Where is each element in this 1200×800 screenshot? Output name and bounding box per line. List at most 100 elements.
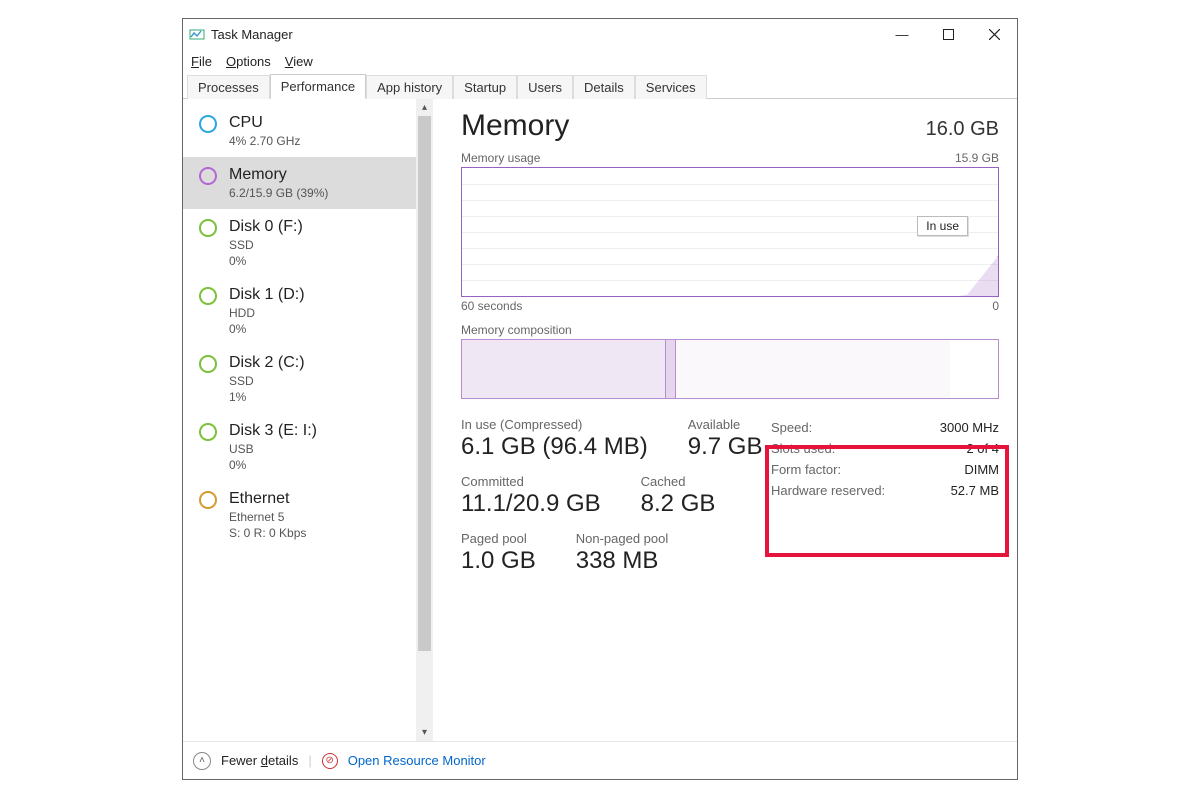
sidebar-item-title: Disk 3 (E: I:) <box>229 421 317 441</box>
sidebar-item-sub2: 0% <box>229 253 303 269</box>
ring-icon <box>199 491 217 509</box>
comp-seg-free <box>950 340 998 398</box>
sidebar-item-disk-0-f-[interactable]: Disk 0 (F:)SSD0% <box>183 209 416 277</box>
resource-monitor-icon: ⊘ <box>322 753 338 769</box>
axis-right-label: 0 <box>992 299 999 313</box>
hw-key: Hardware reserved: <box>771 483 885 498</box>
paged-value: 1.0 GB <box>461 546 536 576</box>
tab-startup[interactable]: Startup <box>453 75 517 99</box>
scroll-track[interactable] <box>416 116 433 724</box>
sidebar-item-sub2: 0% <box>229 321 305 337</box>
sidebar-wrap: CPU4% 2.70 GHzMemory6.2/15.9 GB (39%)Dis… <box>183 99 433 741</box>
sidebar-item-cpu[interactable]: CPU4% 2.70 GHz <box>183 105 416 157</box>
tab-performance[interactable]: Performance <box>270 74 366 99</box>
sidebar-item-sub: 6.2/15.9 GB (39%) <box>229 185 328 201</box>
sidebar-item-sub: SSD <box>229 237 303 253</box>
usage-series-inuse <box>960 256 998 296</box>
app-icon <box>189 26 205 42</box>
sidebar: CPU4% 2.70 GHzMemory6.2/15.9 GB (39%)Dis… <box>183 99 416 741</box>
tabstrip: Processes Performance App history Startu… <box>183 73 1017 99</box>
committed-value: 11.1/20.9 GB <box>461 489 601 519</box>
inuse-tooltip: In use <box>917 216 968 236</box>
speed-value: 3000 MHz <box>940 420 999 435</box>
sidebar-item-sub: HDD <box>229 305 305 321</box>
close-button[interactable] <box>971 19 1017 49</box>
nonpaged-label: Non-paged pool <box>576 531 669 546</box>
sidebar-item-sub: SSD <box>229 373 305 389</box>
titlebar[interactable]: Task Manager — <box>183 19 1017 49</box>
speed-key: Speed: <box>771 420 812 435</box>
paged-label: Paged pool <box>461 531 536 546</box>
tab-users[interactable]: Users <box>517 75 573 99</box>
available-label: Available <box>688 417 763 432</box>
memory-composition-chart[interactable] <box>461 339 999 399</box>
tab-details[interactable]: Details <box>573 75 635 99</box>
sidebar-item-disk-2-c-[interactable]: Disk 2 (C:)SSD1% <box>183 345 416 413</box>
available-value: 9.7 GB <box>688 432 763 462</box>
menu-view[interactable]: View <box>285 54 313 69</box>
hw-value: 52.7 MB <box>951 483 999 498</box>
sidebar-scrollbar[interactable]: ▴ ▾ <box>416 99 433 741</box>
inuse-label: In use (Compressed) <box>461 417 648 432</box>
sidebar-item-title: Memory <box>229 165 328 185</box>
menu-file[interactable]: File <box>191 54 212 69</box>
nonpaged-value: 338 MB <box>576 546 669 576</box>
ring-icon <box>199 167 217 185</box>
sidebar-item-ethernet[interactable]: EthernetEthernet 5S: 0 R: 0 Kbps <box>183 481 416 549</box>
task-manager-window: Task Manager — File Options View Process… <box>182 18 1018 780</box>
inuse-value: 6.1 GB (96.4 MB) <box>461 432 648 462</box>
sidebar-item-title: Disk 0 (F:) <box>229 217 303 237</box>
footer: ˄ Fewer details | ⊘ Open Resource Monito… <box>183 741 1017 779</box>
comp-seg-modified <box>666 340 677 398</box>
scroll-thumb[interactable] <box>418 116 431 651</box>
tab-services[interactable]: Services <box>635 75 707 99</box>
ring-icon <box>199 287 217 305</box>
stats: In use (Compressed) 6.1 GB (96.4 MB) Ava… <box>461 417 999 588</box>
body: CPU4% 2.70 GHzMemory6.2/15.9 GB (39%)Dis… <box>183 99 1017 741</box>
memory-info-panel: Speed: 3000 MHz Slots used: 2 of 4 Form fa… <box>771 417 999 588</box>
slots-key: Slots used: <box>771 441 835 456</box>
sidebar-item-sub: USB <box>229 441 317 457</box>
cached-label: Cached <box>641 474 716 489</box>
menubar: File Options View <box>183 49 1017 73</box>
window-title: Task Manager <box>211 27 293 42</box>
sidebar-item-sub2: 1% <box>229 389 305 405</box>
composition-label: Memory composition <box>461 323 999 337</box>
usage-chart-max: 15.9 GB <box>955 151 999 165</box>
sidebar-item-title: Ethernet <box>229 489 306 509</box>
sidebar-item-disk-3-e-i-[interactable]: Disk 3 (E: I:)USB0% <box>183 413 416 481</box>
ring-icon <box>199 115 217 133</box>
sidebar-item-title: CPU <box>229 113 300 133</box>
sidebar-item-disk-1-d-[interactable]: Disk 1 (D:)HDD0% <box>183 277 416 345</box>
sidebar-item-sub: Ethernet 5 <box>229 509 306 525</box>
menu-options[interactable]: Options <box>226 54 271 69</box>
ring-icon <box>199 219 217 237</box>
sidebar-item-sub2: 0% <box>229 457 317 473</box>
open-resource-monitor-link[interactable]: Open Resource Monitor <box>348 753 486 768</box>
comp-seg-standby <box>676 340 949 398</box>
sidebar-item-title: Disk 1 (D:) <box>229 285 305 305</box>
memory-total: 16.0 GB <box>926 118 999 141</box>
footer-divider: | <box>308 753 311 768</box>
cached-value: 8.2 GB <box>641 489 716 519</box>
sidebar-item-memory[interactable]: Memory6.2/15.9 GB (39%) <box>183 157 416 209</box>
slots-value: 2 of 4 <box>966 441 999 456</box>
fewer-details-link[interactable]: Fewer details <box>221 753 298 768</box>
scroll-up-icon[interactable]: ▴ <box>416 99 433 116</box>
comp-seg-inuse <box>462 340 666 398</box>
sidebar-item-sub: 4% 2.70 GHz <box>229 133 300 149</box>
axis-left-label: 60 seconds <box>461 299 522 313</box>
sidebar-item-sub2: S: 0 R: 0 Kbps <box>229 525 306 541</box>
form-key: Form factor: <box>771 462 841 477</box>
form-value: DIMM <box>964 462 999 477</box>
maximize-button[interactable] <box>925 19 971 49</box>
ring-icon <box>199 355 217 373</box>
tab-app-history[interactable]: App history <box>366 75 453 99</box>
detail-pane: Memory 16.0 GB Memory usage 15.9 GB In u… <box>433 99 1017 741</box>
memory-usage-chart[interactable]: In use <box>461 167 999 297</box>
chevron-up-icon[interactable]: ˄ <box>193 752 211 770</box>
tab-processes[interactable]: Processes <box>187 75 270 99</box>
ring-icon <box>199 423 217 441</box>
minimize-button[interactable]: — <box>879 19 925 49</box>
scroll-down-icon[interactable]: ▾ <box>416 724 433 741</box>
